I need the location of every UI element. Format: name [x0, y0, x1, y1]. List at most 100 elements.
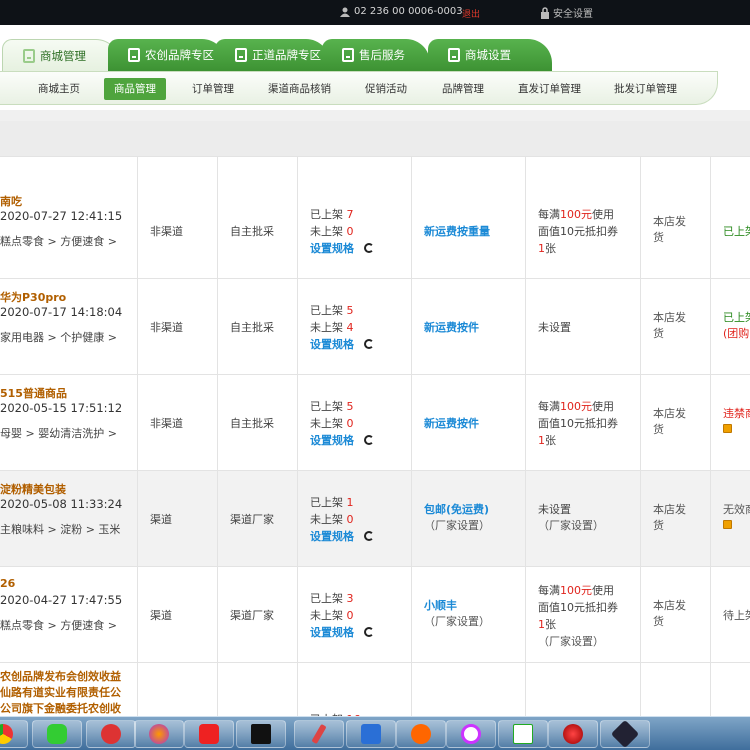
ship-text: 货 [653, 423, 664, 436]
supply-type: 自主批采 [230, 225, 274, 238]
refresh-icon[interactable] [364, 531, 374, 541]
coupon-text: 使用 [592, 584, 614, 597]
subnav-wholesale-orders[interactable]: 批发订单管理 [614, 78, 677, 100]
pen-icon[interactable] [294, 720, 344, 748]
set-spec-link[interactable]: 设置规格 [310, 242, 354, 255]
wps-g-icon[interactable] [184, 720, 234, 748]
column-divider [137, 157, 138, 717]
graph-icon[interactable] [498, 720, 548, 748]
table-row: 华为P30pro 2020-07-17 14:18:04 家用电器 > 个护健康… [0, 279, 750, 375]
subnav-channel-verify[interactable]: 渠道商品核销 [268, 78, 331, 100]
logout-link[interactable]: 退出 [462, 7, 480, 20]
subnav-products[interactable]: 商品管理 [104, 78, 166, 100]
wps-w-icon[interactable] [346, 720, 396, 748]
column-divider [217, 157, 218, 717]
coupon-text: 张 [545, 242, 556, 255]
user-icon [340, 7, 350, 17]
phone-number: 02 236 00 0006-0003 [354, 6, 463, 17]
set-spec-link[interactable]: 设置规格 [310, 338, 354, 351]
coupon-count: 1 [538, 618, 545, 631]
coupon-text: 张 [545, 434, 556, 447]
product-name[interactable]: 26 [0, 577, 15, 590]
product-name[interactable]: 南吃 [0, 193, 22, 209]
sub-navigation: 商城主页 商品管理 订单管理 渠道商品核销 促销活动 品牌管理 直发订单管理 批… [0, 71, 718, 105]
compass-icon[interactable] [396, 720, 446, 748]
subnav-direct-orders[interactable]: 直发订单管理 [518, 78, 581, 100]
tab-after-sales[interactable]: 售后服务 [322, 39, 430, 71]
ship-text: 货 [653, 231, 664, 244]
column-divider [640, 157, 641, 717]
column-divider [710, 157, 711, 717]
header: 商城管理 农创品牌专区 正道品牌专区 售后服务 商城设置 商城主页 商品管理 订… [0, 25, 750, 110]
freight-info: 包邮(免运费) （厂家设置） [424, 502, 490, 534]
refresh-icon[interactable] [364, 339, 374, 349]
offshelf-count: 0 [346, 609, 354, 622]
coupon-note: （厂家设置） [538, 635, 604, 648]
set-spec-link[interactable]: 设置规格 [310, 434, 354, 447]
firefox-icon[interactable] [134, 720, 184, 748]
coupon-text: 未设置 [538, 503, 571, 516]
subnav-orders[interactable]: 订单管理 [192, 78, 234, 100]
shelf-status: 已上架 7 未上架 0 设置规格 [310, 206, 374, 257]
product-name[interactable]: 淀粉精美包装 [0, 481, 66, 497]
main-tabs: 商城管理 农创品牌专区 正道品牌专区 售后服务 商城设置 [0, 39, 750, 71]
product-category: 家用电器 > 个护健康 > [0, 331, 117, 344]
ship-method: 本店发 货 [653, 406, 686, 438]
coupon-count: 1 [538, 242, 545, 255]
itunes-icon[interactable] [446, 720, 496, 748]
tab-zhengdao-brand[interactable]: 正道品牌专区 [215, 39, 330, 71]
table-row: 南吃 2020-07-27 12:41:15 糕点零食 > 方便速食 > 非渠道… [0, 183, 750, 279]
refresh-icon[interactable] [364, 627, 374, 637]
product-date: 2020-05-08 11:33:24 [0, 497, 123, 511]
security-label: 安全设置 [553, 9, 593, 20]
onshelf-label: 已上架 [310, 496, 343, 509]
freight-link[interactable]: 包邮(免运费) [424, 502, 490, 518]
top-bar: 02 236 00 0006-0003 退出 安全设置 [0, 0, 750, 25]
product-name[interactable]: 515普通商品 [0, 385, 67, 401]
tab-mall-settings[interactable]: 商城设置 [428, 39, 552, 71]
subnav-promotions[interactable]: 促销活动 [365, 78, 407, 100]
tab-agri-brand[interactable]: 农创品牌专区 [108, 39, 226, 71]
status-badge: 违禁商 [723, 407, 750, 420]
product-date: 2020-07-27 12:41:15 [0, 209, 123, 223]
product-name[interactable]: 华为P30pro [0, 289, 66, 305]
warning-icon[interactable] [723, 520, 732, 529]
set-spec-link[interactable]: 设置规格 [310, 626, 354, 639]
product-category: 主粮味料 > 淀粉 > 玉米 [0, 523, 121, 536]
warning-icon[interactable] [723, 424, 732, 433]
chrome-icon[interactable] [0, 720, 28, 748]
product-category: 糕点零食 > 方便速食 > [0, 235, 117, 248]
onshelf-label: 已上架 [310, 208, 343, 221]
flash-icon[interactable] [548, 720, 598, 748]
coupon-info: 每满100元使用 面值10元抵扣券 1张 [538, 398, 618, 449]
freight-link[interactable]: 新运费按件 [424, 319, 479, 335]
lock-icon [541, 6, 549, 19]
freight-link[interactable]: 新运费按重量 [424, 223, 490, 239]
ship-method: 本店发 货 [653, 310, 686, 342]
product-name[interactable]: 农创品牌发布会创效收益 仙路有道实业有限责任公 公司旗下金融委托农创收 [0, 669, 121, 717]
coupon-text: 面值10元抵扣券 [538, 601, 618, 614]
set-spec-link[interactable]: 设置规格 [310, 530, 354, 543]
subnav-brands[interactable]: 品牌管理 [442, 78, 484, 100]
product-name-line: 仙路有道实业有限责任公 [0, 686, 121, 699]
onshelf-label: 已上架 [310, 400, 343, 413]
offshelf-count: 0 [346, 417, 354, 430]
security-settings-link[interactable]: 安全设置 [540, 5, 593, 20]
app-cube-icon[interactable] [600, 719, 650, 749]
product-name-line: 农创品牌发布会创效收益 [0, 670, 121, 683]
onshelf-count: 5 [346, 400, 354, 413]
toolbar-area [0, 121, 750, 156]
freight-link[interactable]: 小顺丰 [424, 598, 490, 614]
freight-link[interactable]: 新运费按件 [424, 415, 479, 431]
refresh-icon[interactable] [364, 435, 374, 445]
column-divider [411, 157, 412, 717]
page-icon [235, 48, 247, 62]
subnav-home[interactable]: 商城主页 [38, 78, 80, 100]
coupon-text: 面值10元抵扣券 [538, 225, 618, 238]
app-icon[interactable] [86, 720, 136, 748]
coupon-amount: 100元 [560, 208, 592, 221]
terminal-icon[interactable] [236, 720, 286, 748]
refresh-icon[interactable] [364, 243, 374, 253]
wechat-icon[interactable] [32, 720, 82, 748]
tab-mall-management[interactable]: 商城管理 [2, 39, 120, 71]
